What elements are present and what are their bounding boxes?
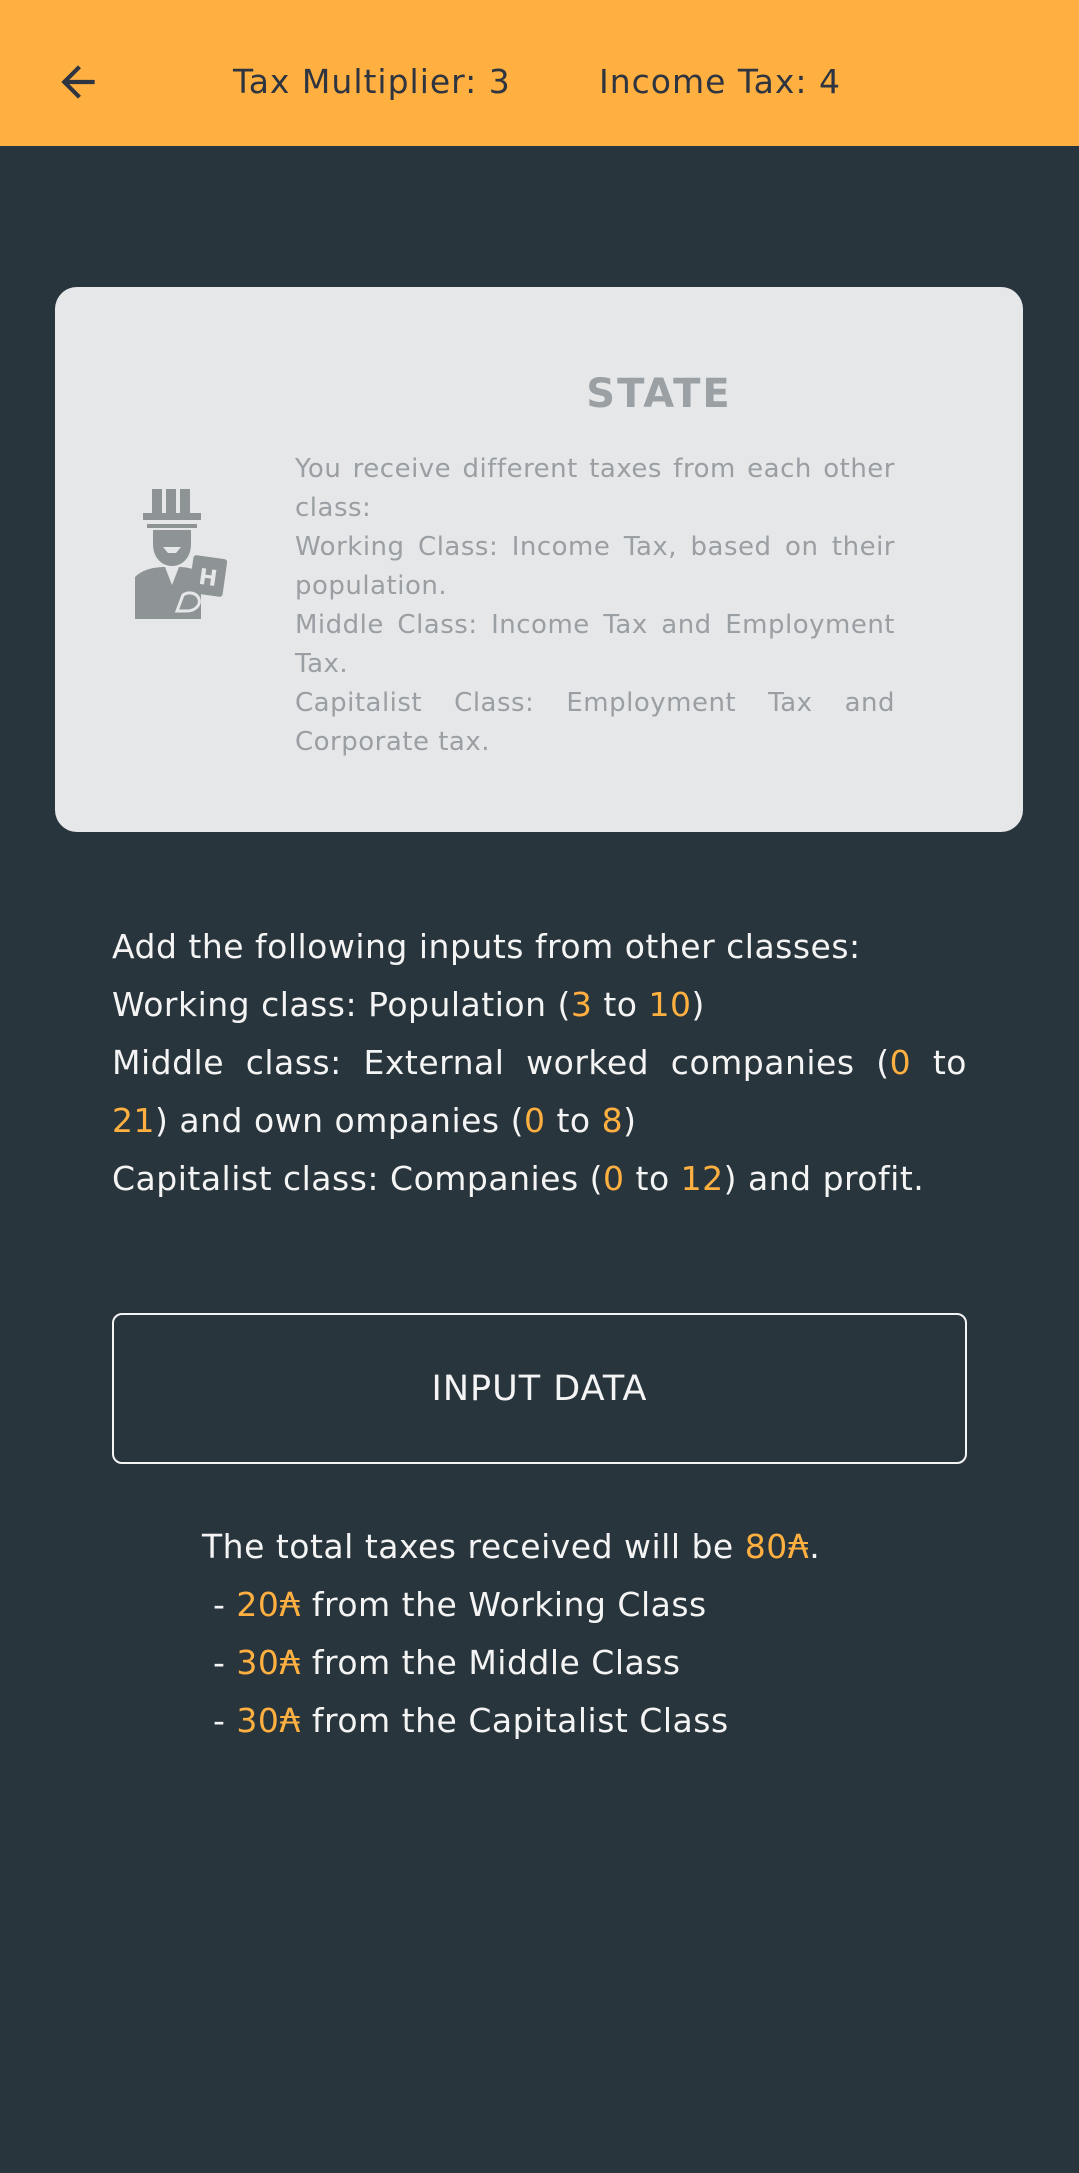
range-text: ) and own ompanies ( bbox=[155, 1101, 524, 1140]
bullet-dash: - bbox=[202, 1643, 237, 1682]
middle-class-range: Middle class: External worked companies … bbox=[112, 1034, 967, 1150]
range-min: 0 bbox=[603, 1159, 625, 1198]
total-taxes-line: The total taxes received will be 80₳. bbox=[202, 1518, 962, 1576]
total-value: 80₳ bbox=[744, 1527, 810, 1566]
card-line: Middle Class: Income Tax and Employment … bbox=[295, 610, 895, 679]
card-line: Capitalist Class: Employment Tax and Cor… bbox=[295, 688, 895, 757]
bullet-dash: - bbox=[202, 1585, 237, 1624]
range-text: Middle class: External worked companies … bbox=[112, 1043, 890, 1082]
tax-value: 20₳ bbox=[236, 1585, 301, 1624]
tax-source-label: from the Middle Class bbox=[300, 1643, 681, 1682]
svg-text:H: H bbox=[197, 565, 219, 592]
range-text: ) and profit. bbox=[723, 1159, 925, 1198]
tax-breakdown-row: - 30₳ from the Capitalist Class bbox=[202, 1692, 962, 1750]
input-data-button[interactable]: INPUT DATA bbox=[112, 1313, 967, 1464]
top-app-bar: Tax Multiplier: 3 Income Tax: 4 bbox=[0, 0, 1079, 146]
capitalist-class-range: Capitalist class: Companies (0 to 12) an… bbox=[112, 1150, 967, 1208]
result-text: . bbox=[809, 1527, 821, 1566]
card-title: STATE bbox=[586, 371, 732, 417]
range-text: Working class: Population ( bbox=[112, 985, 571, 1024]
range-min: 0 bbox=[523, 1101, 546, 1140]
range-text: to bbox=[911, 1043, 967, 1082]
range-max: 8 bbox=[601, 1101, 624, 1140]
working-class-range: Working class: Population (3 to 10) bbox=[112, 976, 967, 1034]
card-line: You receive different taxes from each ot… bbox=[295, 454, 895, 523]
arrow-left-icon bbox=[61, 65, 95, 99]
tax-multiplier-label: Tax Multiplier: 3 bbox=[233, 62, 511, 101]
tax-result-summary: The total taxes received will be 80₳. - … bbox=[202, 1518, 962, 1750]
back-button[interactable] bbox=[48, 52, 108, 112]
tax-value: 30₳ bbox=[236, 1701, 301, 1740]
tax-breakdown-row: - 30₳ from the Middle Class bbox=[202, 1634, 962, 1692]
range-max: 10 bbox=[648, 985, 692, 1024]
range-text: ) bbox=[691, 985, 705, 1024]
inputs-description: Add the following inputs from other clas… bbox=[112, 918, 967, 1208]
tax-value: 30₳ bbox=[236, 1643, 301, 1682]
range-min: 3 bbox=[570, 985, 593, 1024]
result-text: The total taxes received will be bbox=[202, 1527, 745, 1566]
range-min: 0 bbox=[889, 1043, 912, 1082]
tax-breakdown-row: - 20₳ from the Working Class bbox=[202, 1576, 962, 1634]
bullet-dash: - bbox=[202, 1701, 237, 1740]
range-text: to bbox=[592, 985, 649, 1024]
state-info-card: STATE H You receive different taxes from… bbox=[55, 287, 1023, 832]
inputs-intro: Add the following inputs from other clas… bbox=[112, 927, 861, 966]
tax-source-label: from the Capitalist Class bbox=[300, 1701, 729, 1740]
uncle-sam-state-icon: H bbox=[135, 489, 228, 619]
range-text: to bbox=[624, 1159, 681, 1198]
range-max: 21 bbox=[112, 1101, 155, 1140]
range-text: to bbox=[545, 1101, 602, 1140]
card-line: Working Class: Income Tax, based on thei… bbox=[295, 532, 895, 601]
range-text: ) bbox=[623, 1101, 637, 1140]
tax-source-label: from the Working Class bbox=[300, 1585, 707, 1624]
range-text: Capitalist class: Companies ( bbox=[112, 1159, 604, 1198]
income-tax-label: Income Tax: 4 bbox=[599, 62, 841, 101]
range-max: 12 bbox=[680, 1159, 724, 1198]
card-description: You receive different taxes from each ot… bbox=[295, 450, 895, 762]
